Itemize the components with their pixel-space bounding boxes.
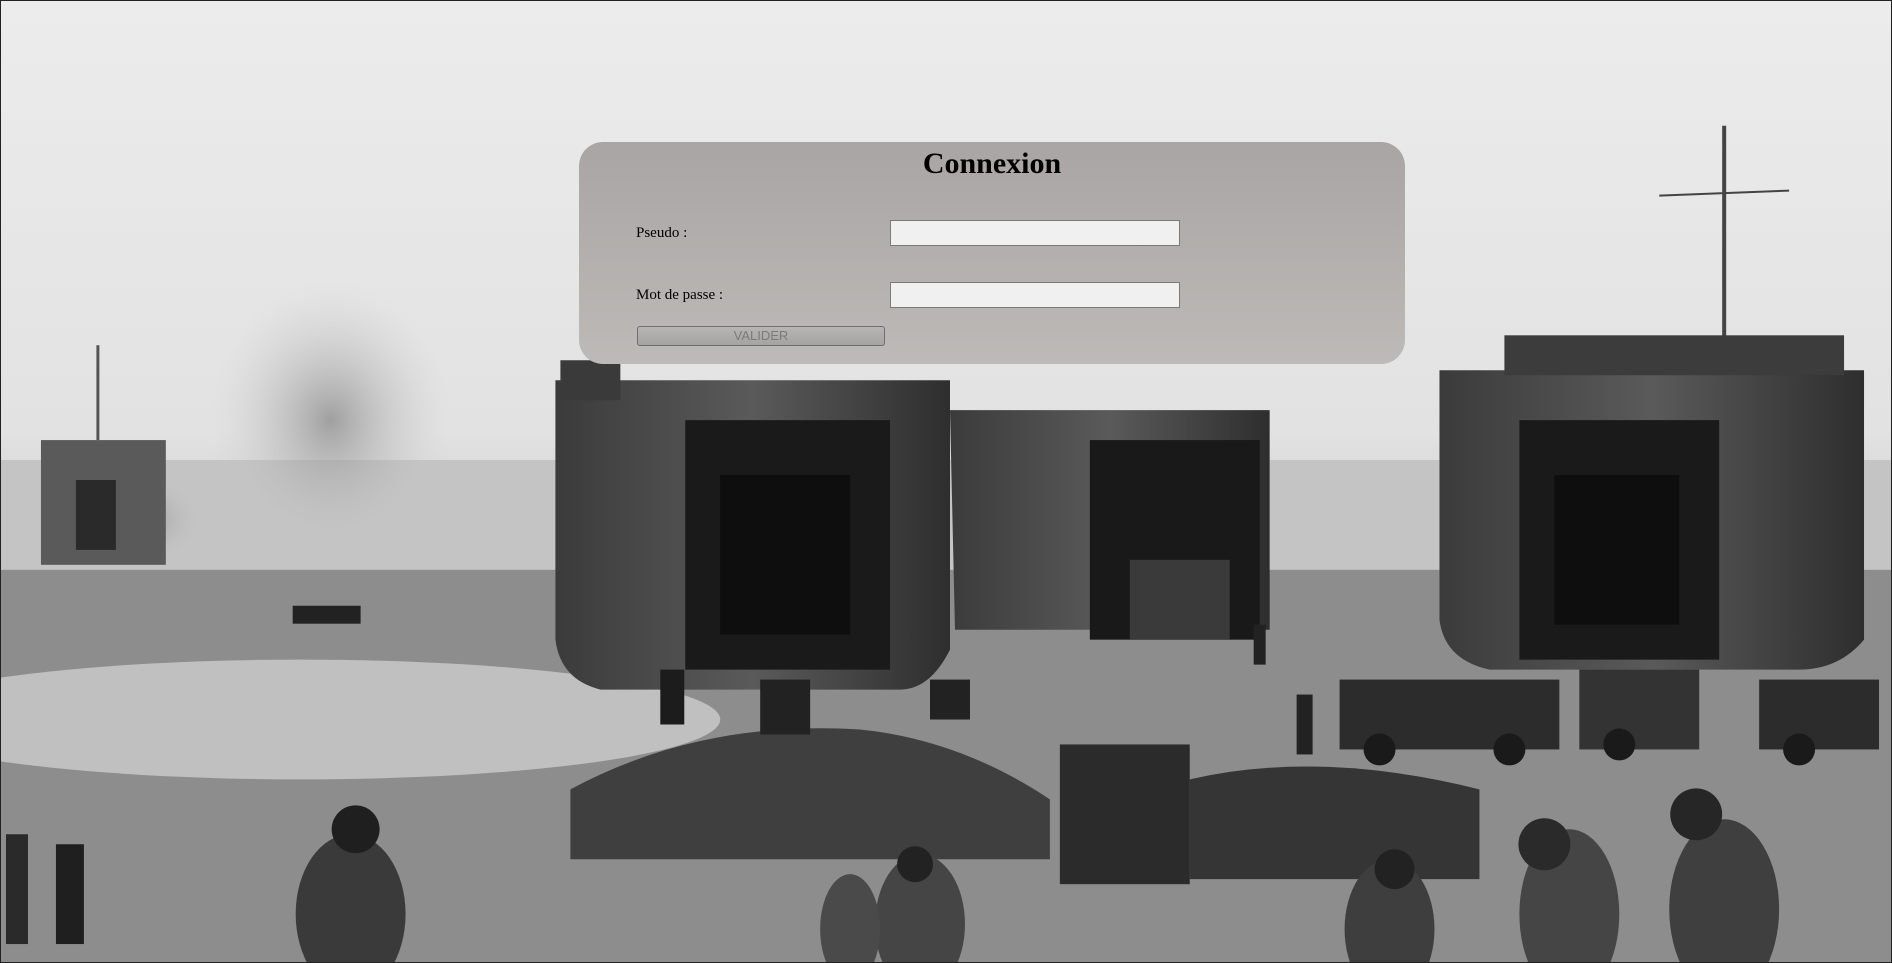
pseudo-label: Pseudo :: [636, 225, 688, 241]
password-label: Mot de passe :: [636, 287, 724, 303]
login-panel: Connexion Pseudo : Mot de passe : VALIDE…: [579, 142, 1405, 364]
login-page: Connexion Pseudo : Mot de passe : VALIDE…: [0, 0, 1892, 963]
password-input[interactable]: [890, 282, 1180, 308]
pseudo-input[interactable]: [890, 220, 1180, 246]
login-title: Connexion: [922, 147, 1062, 180]
submit-button[interactable]: VALIDER: [637, 326, 885, 346]
